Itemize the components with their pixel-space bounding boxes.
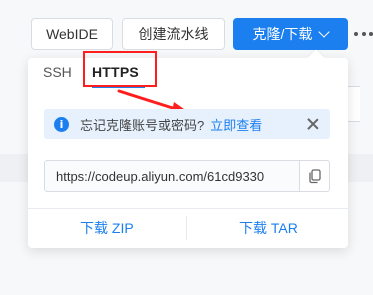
download-tar-link[interactable]: 下载 TAR	[239, 218, 298, 238]
notice-text: 忘记克隆账号或密码?	[80, 117, 205, 133]
clone-popover: SSH HTTPS i 忘记克隆账号或密码? 立即查看 下载 ZIP 下载 TA…	[28, 49, 348, 248]
create-pipeline-button[interactable]: 创建流水线	[122, 18, 225, 50]
annotation-highlight-box	[83, 51, 157, 87]
tab-ssh-label: SSH	[43, 64, 72, 80]
clone-download-button-label: 克隆/下载	[252, 26, 313, 42]
more-dot	[369, 32, 373, 36]
webide-button[interactable]: WebIDE	[31, 18, 113, 50]
tab-ssh[interactable]: SSH	[43, 62, 72, 90]
copy-icon	[308, 169, 321, 184]
more-dot	[361, 32, 366, 36]
download-divider	[186, 216, 187, 240]
copy-button[interactable]	[299, 161, 329, 191]
more-icon[interactable]	[354, 30, 373, 38]
more-dot	[354, 32, 358, 36]
chevron-down-icon	[318, 26, 331, 38]
clone-url-field	[44, 160, 330, 192]
forgot-credentials-notice: i 忘记克隆账号或密码? 立即查看	[44, 109, 330, 139]
create-pipeline-button-label: 创建流水线	[138, 26, 209, 42]
view-now-link[interactable]: 立即查看	[210, 115, 262, 134]
webide-button-label: WebIDE	[46, 26, 98, 42]
footer-divider	[28, 208, 348, 209]
clone-download-button[interactable]: 克隆/下载	[233, 18, 348, 50]
clone-url-input[interactable]	[45, 167, 299, 185]
info-icon: i	[54, 116, 69, 132]
close-icon[interactable]	[306, 117, 320, 131]
download-zip-link[interactable]: 下载 ZIP	[80, 218, 134, 238]
